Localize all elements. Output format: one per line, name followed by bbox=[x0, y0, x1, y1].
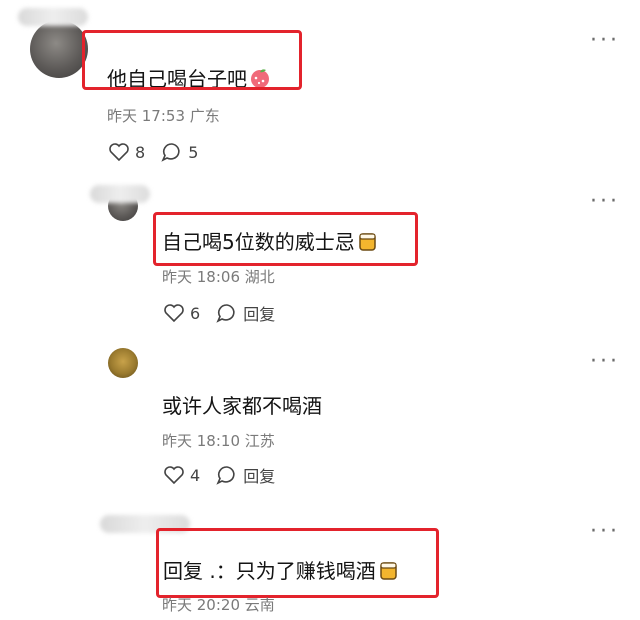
reply-button[interactable]: 回复 bbox=[216, 301, 275, 325]
reply-count: 5 bbox=[188, 142, 199, 162]
heart-icon bbox=[109, 143, 129, 162]
highlight-box bbox=[153, 212, 418, 266]
avatar[interactable] bbox=[108, 348, 138, 378]
heart-icon bbox=[164, 304, 184, 323]
like-button[interactable]: 4 bbox=[163, 465, 200, 485]
comment-actions: 6 回复 bbox=[163, 301, 291, 325]
more-options-icon[interactable]: ··· bbox=[590, 351, 620, 373]
comment-meta: 昨天 18:06 湖北 bbox=[162, 268, 275, 286]
comment-meta: 昨天 17:53 广东 bbox=[107, 107, 220, 125]
like-button[interactable]: 8 bbox=[108, 142, 145, 162]
more-options-icon[interactable]: ··· bbox=[590, 521, 620, 543]
like-count: 4 bbox=[190, 465, 201, 485]
comment-4: ··· 回复 .：只为了赚钱喝酒 昨天 20:20 云南 bbox=[0, 510, 640, 620]
comment-actions: 8 5 bbox=[108, 142, 214, 162]
avatar[interactable] bbox=[30, 20, 88, 78]
comment-bubble-icon bbox=[216, 466, 235, 485]
reply-label: 回复 bbox=[243, 467, 276, 486]
comment-bubble-icon bbox=[216, 304, 235, 323]
username-blurred[interactable] bbox=[90, 185, 150, 203]
heart-icon bbox=[164, 466, 184, 485]
more-options-icon[interactable]: ··· bbox=[590, 191, 620, 213]
highlight-box bbox=[156, 528, 439, 598]
reply-label: 回复 bbox=[243, 305, 276, 324]
comment-meta: 昨天 20:20 云南 bbox=[162, 596, 275, 614]
comment-3: ··· 或许人家都不喝酒 昨天 18:10 江苏 4 回复 bbox=[0, 340, 640, 510]
comment-1: ··· 他自己喝台子吧 昨天 17:53 广东 8 5 bbox=[0, 0, 640, 175]
reply-button[interactable]: 回复 bbox=[216, 463, 275, 487]
comment-meta: 昨天 18:10 江苏 bbox=[162, 432, 275, 450]
more-options-icon[interactable]: ··· bbox=[590, 30, 620, 52]
comment-2: ··· 自己喝5位数的威士忌 昨天 18:06 湖北 6 回复 bbox=[0, 175, 640, 340]
like-count: 8 bbox=[135, 142, 146, 162]
like-button[interactable]: 6 bbox=[163, 303, 200, 323]
comment-bubble-icon bbox=[161, 143, 180, 162]
reply-button[interactable]: 5 bbox=[161, 142, 198, 162]
highlight-box bbox=[82, 30, 302, 90]
comment-actions: 4 回复 bbox=[163, 463, 291, 487]
like-count: 6 bbox=[190, 303, 201, 323]
username-blurred[interactable] bbox=[18, 8, 88, 26]
comment-text: 或许人家都不喝酒 bbox=[162, 394, 322, 418]
